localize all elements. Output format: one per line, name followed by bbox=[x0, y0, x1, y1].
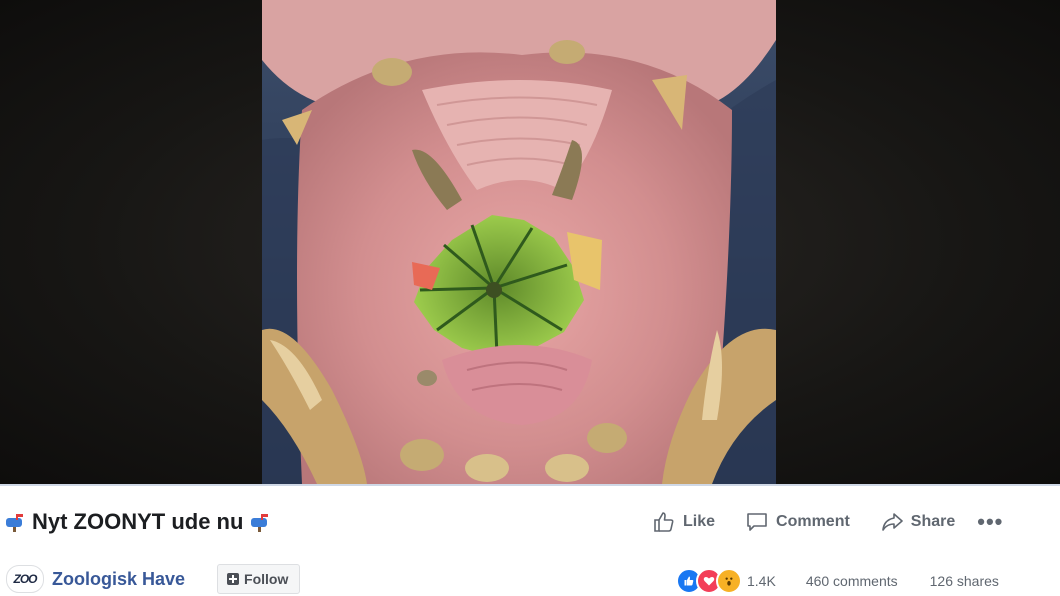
video-frame[interactable] bbox=[262, 0, 776, 484]
shares-count-link[interactable]: 126 shares bbox=[930, 573, 999, 589]
video-player[interactable] bbox=[0, 0, 1060, 484]
hippo-mouth-image bbox=[262, 0, 776, 484]
reaction-count: 1.4K bbox=[747, 573, 776, 589]
page-name-link[interactable]: Zoologisk Have bbox=[52, 569, 185, 590]
post-title-row: Nyt ZOONYT ude nu bbox=[4, 509, 271, 535]
share-icon bbox=[881, 513, 903, 531]
share-button[interactable]: Share bbox=[880, 510, 955, 534]
share-label: Share bbox=[910, 513, 956, 530]
page-avatar[interactable]: ZOO bbox=[6, 565, 44, 593]
follow-label: Follow bbox=[244, 571, 289, 587]
mailbox-icon bbox=[6, 514, 23, 532]
page-info-row: ZOO Zoologisk Have Follow bbox=[6, 564, 301, 594]
follow-button[interactable]: Follow bbox=[217, 564, 301, 594]
post-title: Nyt ZOONYT ude nu bbox=[32, 509, 244, 534]
more-icon: ••• bbox=[977, 509, 1004, 534]
like-button[interactable]: Like bbox=[652, 510, 715, 534]
comments-count-link[interactable]: 460 comments bbox=[806, 573, 898, 589]
comment-button[interactable]: Comment bbox=[745, 510, 850, 534]
wow-reaction-icon bbox=[716, 568, 742, 594]
post-actions: Like Comment Share ••• bbox=[652, 508, 1003, 536]
comment-icon bbox=[747, 513, 767, 531]
mailbox-icon bbox=[251, 514, 269, 532]
comment-label: Comment bbox=[776, 513, 850, 530]
post-stats: 1.4K 460 comments 126 shares bbox=[676, 568, 999, 594]
like-label: Like bbox=[683, 513, 716, 530]
thumbs-up-icon bbox=[654, 512, 674, 532]
zoo-logo-text: ZOO bbox=[13, 572, 38, 586]
more-options-button[interactable]: ••• bbox=[977, 509, 1003, 535]
follow-plus-icon bbox=[227, 573, 240, 585]
reactions-summary[interactable]: 1.4K bbox=[676, 568, 776, 594]
